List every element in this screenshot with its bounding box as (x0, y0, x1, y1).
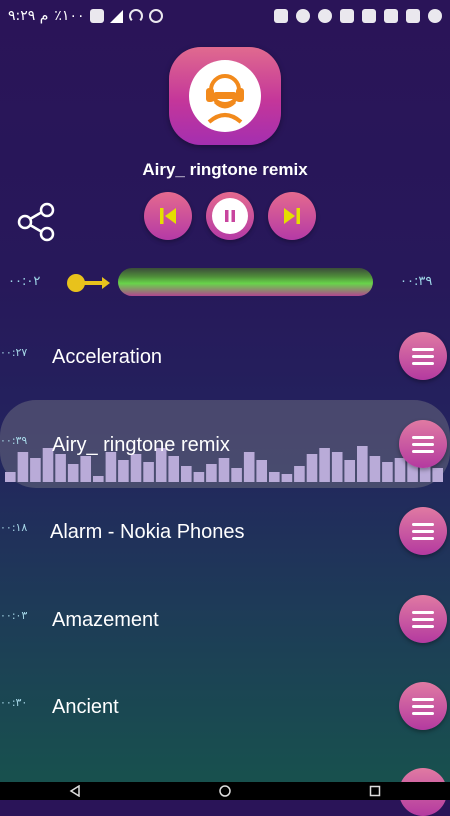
settings-icon (384, 9, 398, 23)
recents-icon[interactable] (369, 785, 381, 797)
track-menu-button[interactable] (399, 507, 447, 555)
track-menu-button[interactable] (399, 420, 447, 468)
track-name: Alarm - Nokia Phones (50, 521, 245, 543)
track-name: Airy_ ringtone remix (52, 434, 230, 456)
elapsed-time: ۰۰:۰۲ (8, 274, 41, 289)
youtube-icon (340, 9, 354, 23)
next-button[interactable] (268, 192, 316, 240)
pause-icon (225, 210, 235, 222)
list-item[interactable]: ۰۰:۳۰ Ancient (0, 682, 450, 742)
track-duration: ۰۰:۲۷ (0, 346, 28, 359)
close-notification-icon (428, 9, 442, 23)
track-menu-button[interactable] (399, 595, 447, 643)
track-duration: ۰۰:۱۸ (0, 521, 28, 534)
gallery-icon (406, 9, 420, 23)
seek-bar[interactable] (118, 268, 373, 296)
remaining-time: ۰۰:۳۹ (400, 274, 433, 289)
track-menu-button[interactable] (399, 682, 447, 730)
alarm-icon (149, 9, 164, 23)
track-duration: ۰۰:۰۳ (0, 609, 28, 622)
pinterest-icon (296, 9, 310, 23)
battery-icon (90, 9, 105, 23)
track-menu-button[interactable] (399, 332, 447, 380)
status-time: ۹:۲۹ م (8, 8, 49, 24)
track-name: Amazement (52, 609, 159, 631)
track-duration: ۰۰:۳۹ (0, 434, 28, 447)
list-item[interactable]: ۰۰:۱۸ Alarm - Nokia Phones (0, 507, 450, 567)
track-name: Acceleration (52, 346, 163, 368)
list-item[interactable]: ۰۰:۲۷ Acceleration (0, 332, 450, 392)
pinterest-icon-2 (318, 9, 332, 23)
status-bar: ۹:۲۹ م ٪۱۰۰ (0, 0, 450, 32)
now-playing-title: Airy_ ringtone remix (142, 160, 308, 179)
dj-headphones-icon (189, 60, 261, 132)
share-icon[interactable] (16, 202, 58, 242)
signal-icon (110, 9, 124, 23)
app-notification-icon (274, 9, 288, 23)
battery-percent: ٪۱۰۰ (54, 8, 85, 24)
pause-button[interactable] (206, 192, 254, 240)
list-item[interactable]: ۰۰:۰۳ Amazement (0, 595, 450, 655)
message-icon (362, 9, 376, 23)
seek-knob[interactable] (66, 270, 112, 296)
home-icon[interactable] (219, 785, 231, 797)
previous-button[interactable] (144, 192, 192, 240)
skip-next-icon (284, 208, 300, 224)
system-nav-bar (0, 782, 450, 800)
album-art (169, 47, 281, 145)
wifi-icon (129, 9, 144, 23)
track-name: Ancient (52, 696, 119, 718)
track-duration: ۰۰:۳۰ (0, 696, 28, 709)
list-item-active[interactable]: ۰۰:۳۹ Airy_ ringtone remix (0, 420, 450, 480)
skip-previous-icon (160, 208, 176, 224)
back-icon[interactable] (69, 785, 81, 797)
